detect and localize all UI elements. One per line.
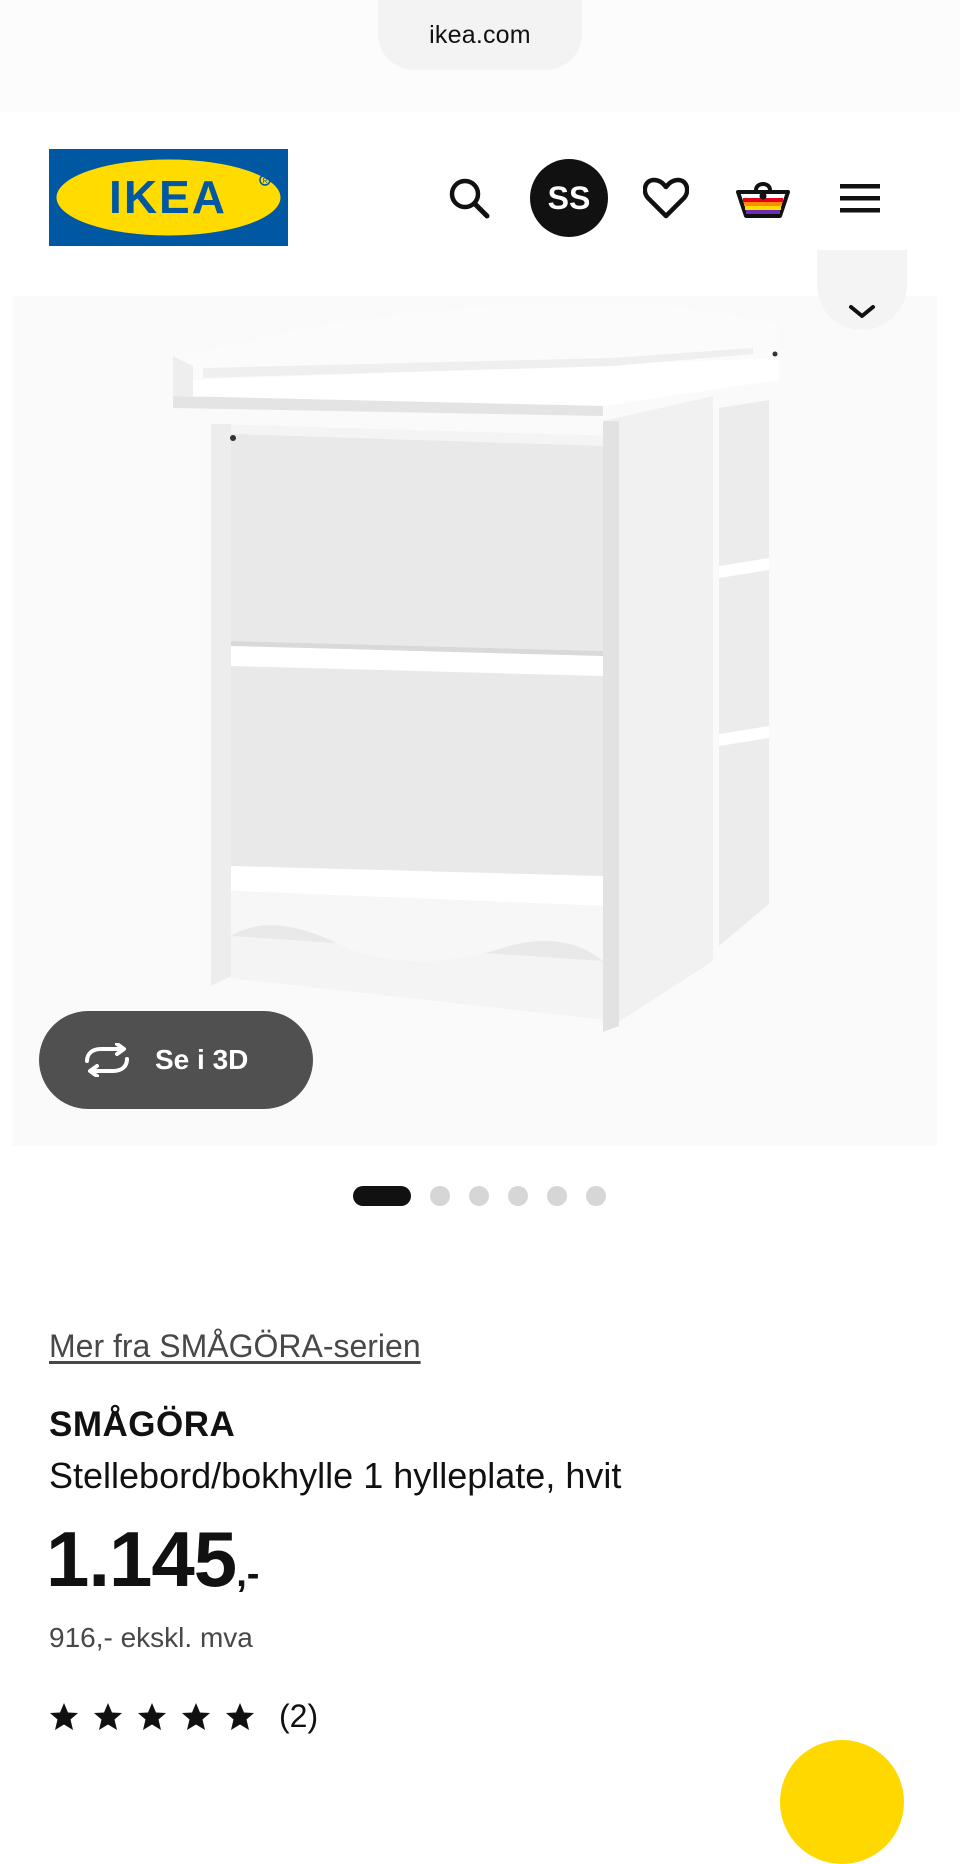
product-rating[interactable]: (2)	[49, 1698, 318, 1735]
gallery-dot-active[interactable]	[353, 1186, 411, 1206]
cart-button[interactable]	[733, 168, 793, 228]
ikea-logo[interactable]: IKEA R	[49, 149, 288, 246]
heart-icon	[643, 177, 689, 219]
account-avatar[interactable]: SS	[530, 159, 608, 237]
star-icon	[94, 1703, 122, 1730]
gallery-dot[interactable]	[547, 1186, 567, 1206]
product-description: Stellebord/bokhylle 1 hylleplate, hvit	[49, 1455, 622, 1496]
url-text: ikea.com	[429, 20, 531, 49]
gallery-dot[interactable]	[430, 1186, 450, 1206]
series-link[interactable]: Mer fra SMÅGÖRA-serien	[49, 1328, 421, 1365]
view-3d-label: Se i 3D	[155, 1044, 249, 1075]
search-icon	[449, 178, 490, 219]
rating-count: (2)	[279, 1698, 319, 1734]
gallery-dot[interactable]	[586, 1186, 606, 1206]
menu-icon	[840, 184, 880, 213]
product-price: 1.145,-	[46, 1520, 259, 1598]
rotate-3d-icon	[85, 1043, 129, 1077]
price-ex-vat: 916,- ekskl. mva	[49, 1622, 253, 1653]
star-icon	[226, 1703, 254, 1730]
gallery-pagination	[353, 1185, 606, 1207]
rating-stars	[49, 1702, 255, 1731]
basket-icon	[736, 182, 790, 218]
chevron-down-icon	[849, 305, 875, 318]
product-name: SMÅGÖRA	[49, 1405, 236, 1444]
svg-text:R: R	[262, 178, 267, 185]
favorites-button[interactable]	[638, 170, 694, 226]
menu-button[interactable]	[832, 170, 888, 226]
url-bar[interactable]: ikea.com	[378, 0, 582, 70]
avatar-initials: SS	[547, 179, 591, 216]
star-icon	[138, 1703, 166, 1730]
svg-text:IKEA: IKEA	[109, 171, 227, 223]
view-3d-button[interactable]: Se i 3D	[39, 1011, 313, 1109]
gallery-dot[interactable]	[469, 1186, 489, 1206]
price-main: 1.145	[46, 1515, 237, 1603]
floating-action-button[interactable]	[780, 1740, 904, 1864]
search-button[interactable]	[441, 170, 497, 226]
price-suffix: ,-	[236, 1553, 260, 1595]
star-icon	[50, 1703, 78, 1730]
gallery-dot[interactable]	[508, 1186, 528, 1206]
star-icon	[182, 1703, 210, 1730]
